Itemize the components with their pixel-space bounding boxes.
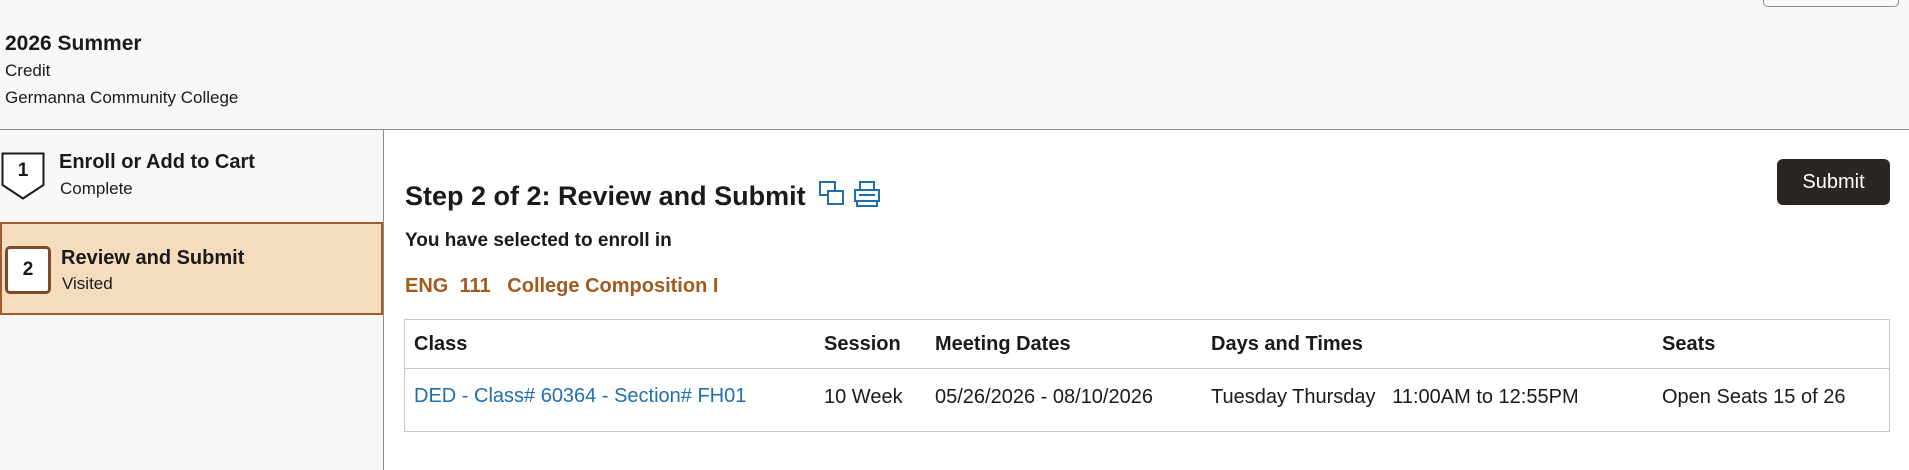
term-title: 2026 Summer xyxy=(5,32,142,55)
submit-button[interactable]: Submit xyxy=(1777,159,1890,205)
meeting-dates-cell: 05/26/2026 - 08/10/2026 xyxy=(935,386,1153,408)
print-icon[interactable] xyxy=(853,180,881,208)
new-window-icon[interactable] xyxy=(818,180,846,208)
step-title: Review and Submit xyxy=(61,247,245,269)
step-number: 2 xyxy=(5,246,51,294)
session-cell: 10 Week xyxy=(824,386,903,408)
column-header-session: Session xyxy=(824,333,901,355)
step-number: 1 xyxy=(17,160,29,181)
column-header-days-and-times: Days and Times xyxy=(1211,333,1363,355)
step-navigation: 1 Enroll or Add to Cart Complete 2 Revie… xyxy=(0,130,384,470)
class-table: Class Session Meeting Dates Days and Tim… xyxy=(404,319,1890,432)
column-header-class: Class xyxy=(414,333,468,355)
institution-label: Germanna Community College xyxy=(5,88,239,107)
column-header-seats: Seats xyxy=(1662,333,1716,355)
page-title: Step 2 of 2: Review and Submit xyxy=(405,181,806,211)
step-status: Visited xyxy=(62,274,113,293)
step-review-and-submit[interactable]: 2 Review and Submit Visited xyxy=(0,222,383,315)
seats-cell: Open Seats 15 of 26 xyxy=(1662,386,1846,408)
term-header: 2026 Summer Credit Germanna Community Co… xyxy=(0,0,1909,130)
step-enroll-or-add-to-cart[interactable]: 1 Enroll or Add to Cart Complete xyxy=(0,130,383,223)
step-status: Complete xyxy=(60,179,133,198)
days-and-times-cell: Tuesday Thursday 11:00AM to 12:55PM xyxy=(1211,386,1579,408)
enroll-subtitle: You have selected to enroll in xyxy=(405,230,672,251)
column-header-meeting-dates: Meeting Dates xyxy=(935,333,1071,355)
table-header-row: Class Session Meeting Dates Days and Tim… xyxy=(405,320,1889,369)
career-label: Credit xyxy=(5,61,51,80)
course-title: ENG 111 College Composition I xyxy=(405,275,719,297)
header-button[interactable] xyxy=(1763,0,1899,7)
class-section-link[interactable]: DED - Class# 60364 - Section# FH01 xyxy=(414,385,746,408)
step-title: Enroll or Add to Cart xyxy=(59,151,255,173)
